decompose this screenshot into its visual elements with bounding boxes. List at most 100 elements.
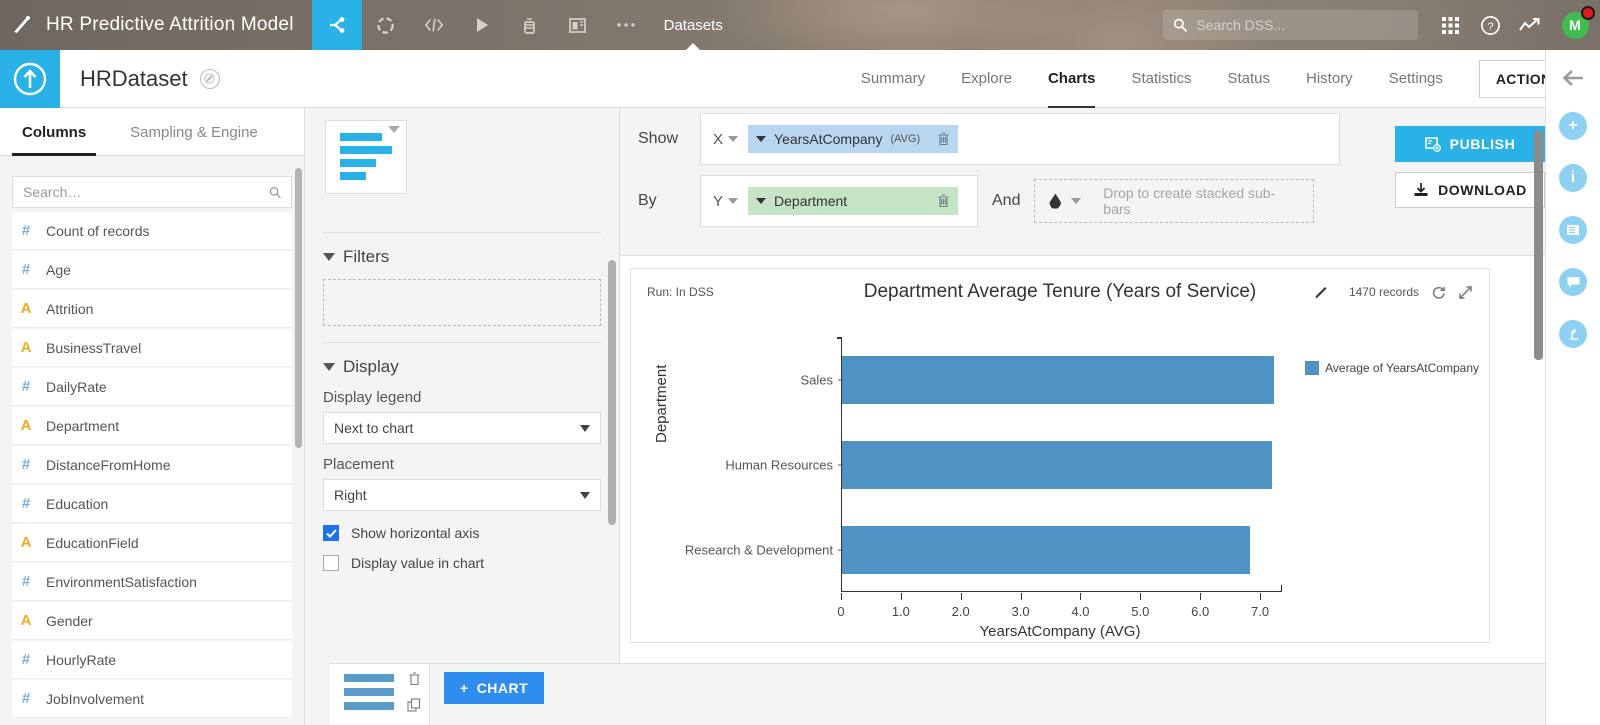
y-dimension-pill[interactable]: Department (748, 187, 959, 215)
list-item[interactable]: A BusinessTravel (12, 329, 292, 367)
section-datasets[interactable]: Datasets (650, 0, 737, 50)
column-name: BusinessTravel (46, 339, 142, 356)
recipe-icon[interactable] (362, 0, 410, 50)
list-item[interactable]: A Attrition (12, 290, 292, 328)
duplicate-chart-icon[interactable] (407, 698, 421, 712)
comment-icon[interactable] (1559, 268, 1587, 296)
x-axis-selector[interactable]: X (713, 131, 739, 148)
bar-research-development[interactable] (842, 525, 1251, 574)
list-item[interactable]: # DistanceFromHome (12, 446, 292, 484)
global-search[interactable] (1163, 10, 1418, 40)
info-icon[interactable]: i (1559, 164, 1587, 192)
chart-area-scrollbar[interactable] (1534, 130, 1543, 360)
display-section-title[interactable]: Display (323, 357, 601, 377)
chevron-down-icon (728, 136, 739, 142)
dataset-name[interactable]: HRDataset (60, 66, 188, 92)
legend-label[interactable]: Average of YearsAtCompany (1325, 361, 1479, 375)
project-title[interactable]: HR Predictive Attrition Model (46, 14, 312, 36)
download-label: DOWNLOAD (1438, 182, 1527, 198)
publish-button[interactable]: PUBLISH (1395, 126, 1545, 162)
list-item[interactable]: # EnvironmentSatisfaction (12, 563, 292, 601)
legend-swatch (1305, 361, 1320, 375)
user-avatar[interactable]: M (1550, 0, 1600, 50)
publish-icon (1424, 136, 1441, 152)
run-icon[interactable] (458, 0, 506, 50)
tab-statistics[interactable]: Statistics (1113, 50, 1209, 108)
add-chart-label: CHART (476, 680, 529, 696)
column-type-icon: A (20, 612, 32, 629)
columns-search-input[interactable] (23, 184, 269, 200)
apps-grid-icon[interactable] (1430, 0, 1470, 50)
more-icon[interactable] (602, 0, 650, 50)
x-measure-name: YearsAtCompany (774, 131, 883, 147)
column-type-icon: # (21, 456, 31, 473)
list-item[interactable]: # Age (12, 251, 292, 289)
list-item[interactable]: A Department (12, 407, 292, 445)
list-item[interactable]: A EducationField (12, 524, 292, 562)
tab-columns[interactable]: Columns (0, 108, 108, 156)
columns-scrollbar[interactable] (295, 168, 302, 448)
tab-sampling-engine[interactable]: Sampling & Engine (108, 108, 280, 156)
download-button[interactable]: DOWNLOAD (1395, 172, 1545, 208)
code-icon[interactable] (410, 0, 458, 50)
y-axis-selector[interactable]: Y (713, 193, 739, 210)
remove-x-measure-icon[interactable] (937, 132, 950, 146)
refresh-icon[interactable] (1431, 285, 1446, 300)
lab-microscope-icon[interactable] (1559, 320, 1587, 348)
tab-history[interactable]: History (1288, 50, 1371, 108)
tab-explore[interactable]: Explore (943, 50, 1030, 108)
lab-icon[interactable] (506, 0, 554, 50)
tab-settings[interactable]: Settings (1371, 50, 1461, 108)
column-name: EducationField (46, 534, 139, 551)
list-item[interactable]: # HourlyRate (12, 641, 292, 679)
options-scrollbar[interactable] (608, 260, 616, 525)
x-axis-drop-box[interactable]: X YearsAtCompany (AVG) (700, 113, 1340, 165)
add-icon[interactable]: + (1559, 112, 1587, 140)
flow-icon[interactable] (311, 0, 362, 50)
chevron-down-icon (580, 424, 590, 432)
run-label[interactable]: Run: In DSS (647, 285, 714, 299)
placement-select[interactable]: Right (323, 479, 601, 511)
delete-chart-icon[interactable] (408, 672, 421, 686)
trend-icon[interactable] (1510, 0, 1550, 50)
chart-tab-thumbnail[interactable] (330, 664, 430, 725)
dataiku-logo-icon[interactable] (0, 0, 46, 50)
display-value-in-chart-checkbox[interactable] (323, 555, 339, 571)
search-icon (269, 186, 281, 198)
column-name: HourlyRate (46, 651, 117, 668)
expand-icon[interactable] (1458, 285, 1473, 300)
show-horizontal-axis-row[interactable]: Show horizontal axis (323, 525, 601, 541)
tab-summary[interactable]: Summary (843, 50, 943, 108)
plus-icon: + (460, 680, 469, 696)
x-measure-pill[interactable]: YearsAtCompany (AVG) (748, 125, 959, 153)
dashboard-icon[interactable] (554, 0, 602, 50)
add-chart-button[interactable]: + CHART (444, 672, 545, 704)
list-item[interactable]: # Education (12, 485, 292, 523)
display-legend-select[interactable]: Next to chart (323, 412, 601, 444)
list-item[interactable]: # Count of records (12, 212, 292, 250)
remove-y-dimension-icon[interactable] (937, 194, 950, 208)
list-item[interactable]: # JobInvolvement (12, 680, 292, 718)
columns-search[interactable] (12, 176, 292, 208)
filters-drop-zone[interactable] (323, 279, 601, 326)
column-type-icon: A (20, 300, 32, 317)
details-icon[interactable] (1559, 216, 1587, 244)
show-horizontal-axis-checkbox[interactable] (323, 525, 339, 541)
edit-title-icon[interactable] (1314, 285, 1329, 300)
tab-status[interactable]: Status (1209, 50, 1288, 108)
collapse-panel-icon[interactable] (1561, 68, 1585, 88)
bar-human-resources[interactable] (842, 440, 1273, 489)
chart-type-selector[interactable] (325, 120, 407, 194)
display-value-in-chart-row[interactable]: Display value in chart (323, 555, 601, 571)
filters-section-title[interactable]: Filters (323, 247, 601, 267)
help-icon[interactable]: ? (1470, 0, 1510, 50)
y-axis-drop-box[interactable]: Y Department (700, 175, 978, 227)
stacked-subbars-drop-zone[interactable]: Drop to create stacked sub-bars (1034, 179, 1315, 223)
x-tick-label: 3.0 (1011, 604, 1030, 619)
list-item[interactable]: A Gender (12, 602, 292, 640)
search-input[interactable] (1196, 17, 1408, 33)
show-horizontal-axis-label: Show horizontal axis (351, 525, 480, 541)
tab-charts[interactable]: Charts (1030, 50, 1114, 108)
bar-sales[interactable] (842, 355, 1275, 404)
list-item[interactable]: # DailyRate (12, 368, 292, 406)
